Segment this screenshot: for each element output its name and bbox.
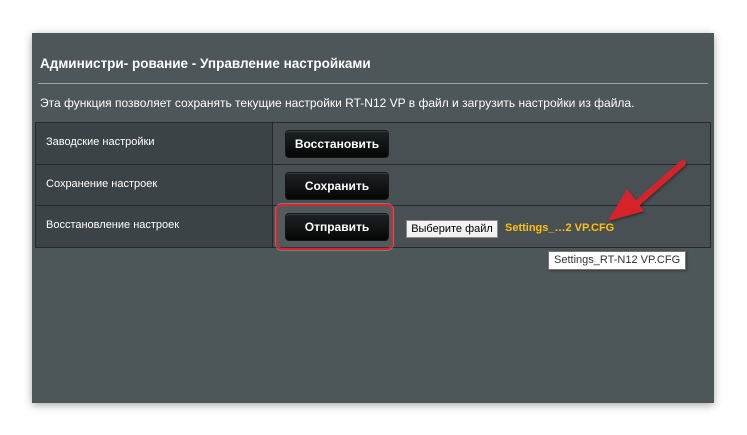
restore-settings-label: Восстановление настроек xyxy=(46,219,180,231)
save-settings-label: Сохранение настроек xyxy=(46,178,158,190)
selected-file-name: Settings_…2 VP.CFG xyxy=(505,222,615,234)
page-title: Администри- рование - Управление настрой… xyxy=(40,56,371,71)
upload-button[interactable]: Отправить xyxy=(285,213,389,241)
title-divider xyxy=(38,83,708,84)
row-label-cell: Заводские настройки xyxy=(36,123,273,164)
factory-defaults-label: Заводские настройки xyxy=(46,136,155,148)
row-label-cell: Сохранение настроек xyxy=(36,165,273,206)
file-tooltip: Settings_RT-N12 VP.CFG xyxy=(548,251,687,270)
row-label-cell: Восстановление настроек xyxy=(36,206,273,247)
save-button[interactable]: Сохранить xyxy=(285,172,389,200)
page-description: Эта функция позволяет сохранять текущие … xyxy=(40,96,635,110)
choose-file-button[interactable]: Выберите файл xyxy=(406,220,498,238)
restore-button[interactable]: Восстановить xyxy=(285,130,389,158)
red-arrow-icon xyxy=(608,160,686,221)
